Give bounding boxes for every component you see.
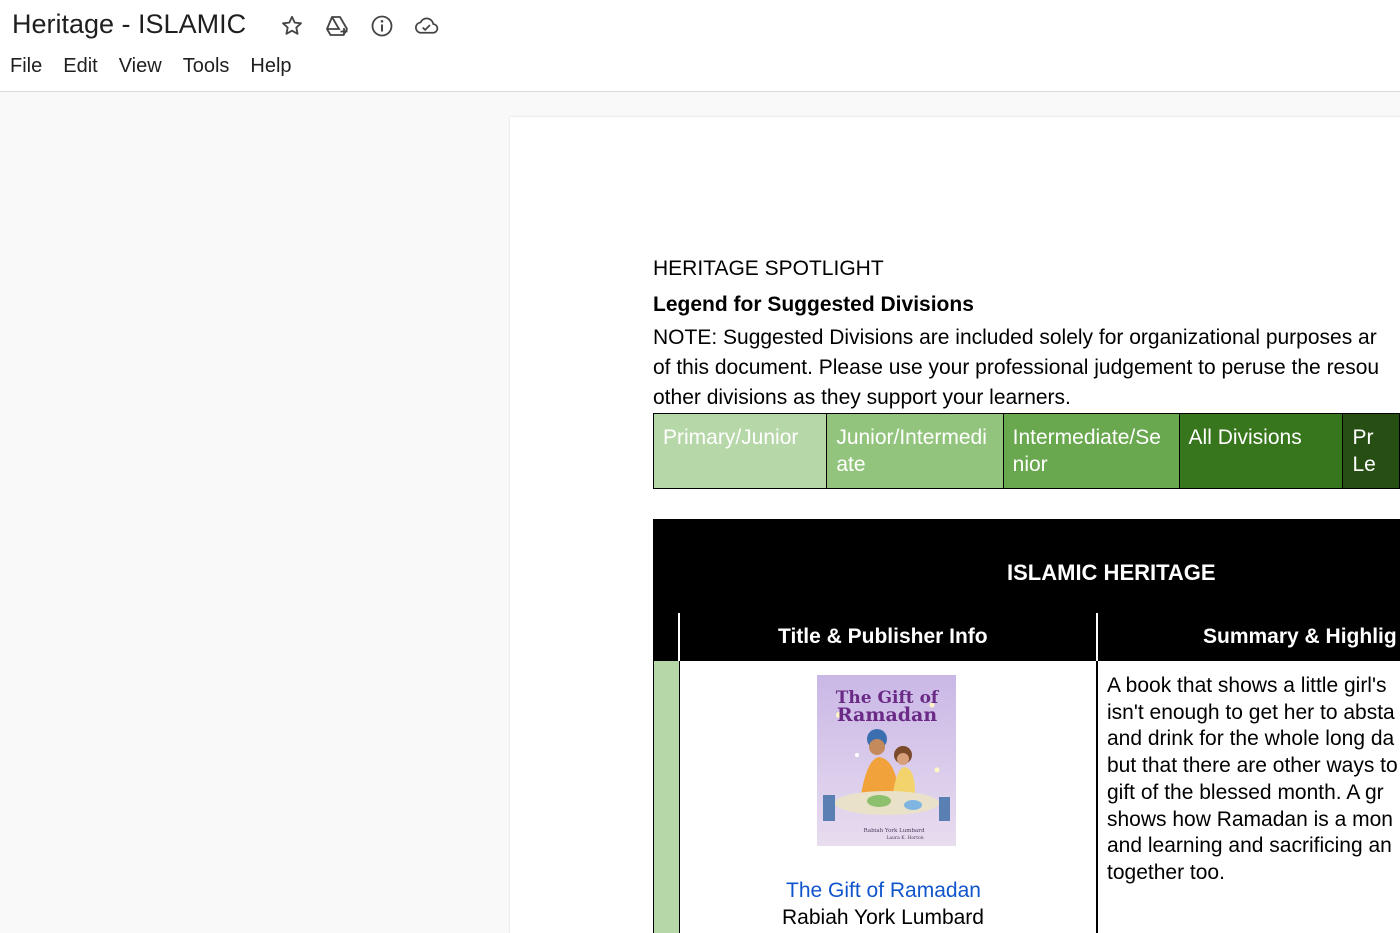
legend-label: nior [1012, 453, 1048, 476]
table-row: The Gift of Ramadan Rabiah York Lumbard … [653, 661, 1400, 933]
cover-title-line: Ramadan [837, 704, 938, 726]
legend-label: Junior/Intermedi [836, 426, 987, 449]
summary-line: shows how Ramadan is a mon [1107, 807, 1393, 831]
info-icon[interactable] [368, 12, 395, 39]
menu-file[interactable]: File [10, 53, 42, 80]
legend-label: Pr [1352, 426, 1374, 449]
summary-line: gift of the blessed month. A gr [1107, 780, 1384, 804]
section-header: ISLAMIC HERITAGE [653, 519, 1400, 611]
menu-help[interactable]: Help [250, 53, 291, 80]
note-line: other divisions as they support your lea… [653, 386, 1071, 409]
move-to-drive-icon[interactable] [323, 12, 350, 39]
legend-cell-junior-intermediate: Junior/Intermedi ate [826, 413, 1004, 489]
column-divider [678, 613, 680, 661]
cloud-saved-icon[interactable] [413, 12, 440, 39]
document-canvas[interactable]: HERITAGE SPOTLIGHT Legend for Suggested … [0, 92, 1400, 933]
note-line: NOTE: Suggested Divisions are included s… [653, 326, 1377, 349]
title-icon-group [278, 12, 440, 39]
legend-label: Le [1352, 453, 1376, 476]
summary-line: isn't enough to get her to absta [1107, 700, 1395, 724]
legend-label: ate [836, 453, 866, 476]
book-title-link[interactable]: The Gift of Ramadan [786, 879, 981, 903]
column-divider [1096, 613, 1098, 661]
column-header-summary: Summary & Highlig [1203, 625, 1397, 648]
legend-cell-primary-junior: Primary/Junior [652, 413, 828, 489]
division-color-cell [653, 661, 680, 933]
divisions-legend-table: Primary/Junior Junior/Intermedi ate Inte… [652, 413, 1400, 489]
legend-label: All Divisions [1188, 426, 1302, 449]
book-author: Rabiah York Lumbard [782, 906, 984, 929]
summary-line: and drink for the whole long da [1107, 727, 1395, 751]
summary-line: but that there are other ways to [1107, 754, 1398, 778]
legend-title: Legend for Suggested Divisions [653, 293, 974, 316]
summary-line: and learning and sacrificing an [1107, 834, 1392, 858]
legend-cell-truncated: Pr Le [1342, 413, 1400, 489]
docs-header: Heritage - ISLAMIC File Edit View Tools … [0, 0, 1400, 92]
star-icon[interactable] [278, 12, 305, 39]
book-cover-image[interactable]: The Gift of Ramadan Rabiah York Lumbard … [817, 675, 956, 846]
intro-section: HERITAGE SPOTLIGHT Legend for Suggested … [653, 257, 1400, 413]
legend-cell-all-divisions: All Divisions [1178, 413, 1344, 489]
cover-illustrator-text: Laura K. Horton [886, 835, 923, 841]
note-line: of this document. Please use your profes… [653, 356, 1380, 379]
legend-label: Intermediate/Se [1012, 426, 1161, 449]
section-title: ISLAMIC HERITAGE [1007, 560, 1216, 585]
summary-line: A book that shows a little girl's [1107, 674, 1387, 697]
summary-line: together too. [1107, 860, 1225, 884]
menu-view[interactable]: View [119, 53, 162, 80]
column-divider [1096, 661, 1098, 933]
cover-author-text: Rabiah York Lumbard [864, 828, 925, 834]
document-page[interactable]: HERITAGE SPOTLIGHT Legend for Suggested … [510, 117, 1400, 933]
document-title[interactable]: Heritage - ISLAMIC [12, 9, 246, 40]
menu-tools[interactable]: Tools [183, 53, 230, 80]
table-header-row: Title & Publisher Info Summary & Highlig [653, 611, 1400, 661]
legend-cell-intermediate-senior: Intermediate/Se nior [1002, 413, 1180, 489]
column-header-title-publisher: Title & Publisher Info [778, 625, 988, 648]
book-summary: A book that shows a little girl's isn't … [1107, 673, 1400, 887]
menu-bar: File Edit View Tools Help [10, 53, 313, 80]
menu-edit[interactable]: Edit [63, 53, 97, 80]
spotlight-title: HERITAGE SPOTLIGHT [653, 257, 884, 280]
legend-label: Primary/Junior [663, 426, 799, 449]
